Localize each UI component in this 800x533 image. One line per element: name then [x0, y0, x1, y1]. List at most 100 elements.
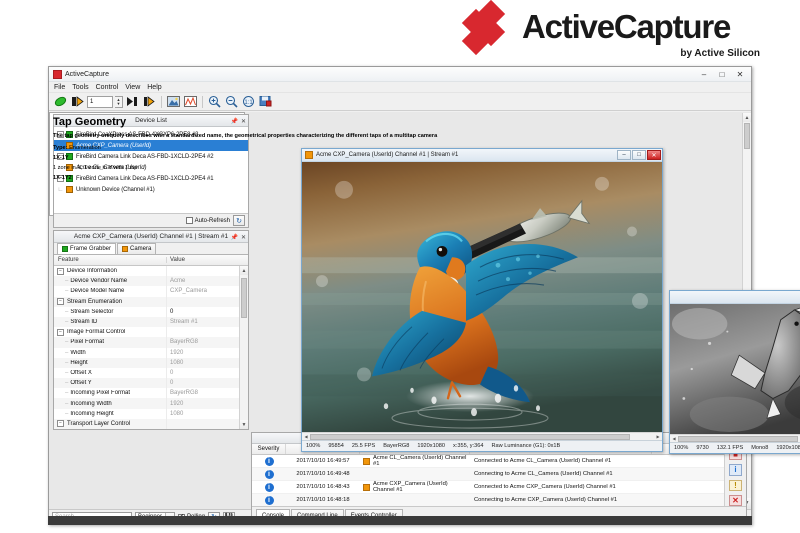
- help-title: Tap Geometry: [53, 116, 127, 128]
- info-icon: i: [264, 469, 274, 479]
- frame-count: 9730: [696, 445, 709, 451]
- image-hscrollbar-mono[interactable]: ◀ ▶: [670, 434, 800, 442]
- pixel-format: Mono8: [751, 445, 769, 451]
- minimize-button[interactable]: –: [617, 150, 631, 160]
- image-window-controls: – □ ✕: [617, 150, 661, 160]
- zoom-out-icon[interactable]: [224, 94, 239, 109]
- frame-count-input[interactable]: 1: [87, 95, 113, 108]
- menu-item-tools[interactable]: Tools: [72, 84, 88, 91]
- maximize-button[interactable]: □: [632, 150, 646, 160]
- window-controls: – □ ✕: [695, 67, 749, 82]
- pixel-value: Raw Luminance (G1): 0x1B: [491, 443, 561, 449]
- time-cell: 2017/10/10 16:48:18: [296, 497, 350, 503]
- client-area: Device List 📌 ✕ – FireBird CoaXPress AS-…: [49, 112, 800, 524]
- source-cell: Acme CXP_Camera (UserId) Channel #1: [360, 481, 470, 493]
- pixel-format: BayerRG8: [383, 443, 410, 449]
- console-row[interactable]: i 2017/10/10 16:48:43 Acme CXP_Camera (Use…: [252, 481, 724, 494]
- severity-cell: i: [252, 469, 286, 479]
- console-row[interactable]: i 2017/10/10 16:48:18 Connecting to Acme C…: [252, 494, 724, 506]
- message-cell: Connecting to Acme CL_Camera (UserId) Ch…: [474, 471, 613, 477]
- source-label: Acme CL_Camera (UserId) Channel #1: [373, 455, 467, 467]
- step-frame-icon[interactable]: [125, 94, 140, 109]
- camera-icon: [363, 483, 370, 491]
- main-toolbar: 1 ▲ ▼ 1:1: [49, 93, 751, 111]
- minimize-button[interactable]: –: [695, 68, 713, 81]
- window-title: ActiveCapture: [65, 70, 109, 78]
- histogram-icon[interactable]: [183, 94, 198, 109]
- fps: 132.1 FPS: [716, 445, 744, 451]
- console-rows: i 2017/10/10 16:49:57 Acme CL_Camera (User…: [252, 455, 724, 506]
- severity-cell: i: [252, 456, 286, 466]
- console-row[interactable]: i 2017/10/10 16:49:57 Acme CL_Camera (User…: [252, 455, 724, 468]
- menu-item-help[interactable]: Help: [147, 84, 161, 91]
- save-image-icon[interactable]: [258, 94, 273, 109]
- frame-count-stepper[interactable]: ▲ ▼: [115, 95, 123, 108]
- frame-count: 95854: [328, 443, 344, 449]
- info-icon: i: [264, 456, 274, 466]
- feature-help-panel: Tap Geometry The tap geometry uniquely d…: [49, 112, 751, 524]
- menu-item-view[interactable]: View: [125, 84, 140, 91]
- menu-bar: File Tools Control View Help: [49, 82, 751, 93]
- grab-continuous-icon[interactable]: [53, 94, 68, 109]
- image-canvas-mono[interactable]: [670, 304, 800, 434]
- image-window-titlebar: – □ ✕: [670, 291, 800, 304]
- image-statusbar-color: 100% 95854 25.5 FPS BayerRG8 1920x1080 x…: [302, 440, 662, 451]
- image-window-color[interactable]: Acme CXP_Camera (UserId) Channel #1 | St…: [301, 148, 663, 452]
- message-cell: Connecting to Acme CXP_Camera (UserId) C…: [474, 497, 618, 503]
- cursor-coordinates: x:355, y:364: [453, 443, 484, 449]
- warning-filter-button[interactable]: !: [729, 479, 742, 491]
- image-display-icon[interactable]: [166, 94, 181, 109]
- source-label: Acme CXP_Camera (UserId) Channel #1: [373, 481, 448, 493]
- scroll-right-icon[interactable]: ▶: [654, 433, 662, 440]
- zoom-one-to-one-icon[interactable]: 1:1: [241, 94, 256, 109]
- scroll-up-icon[interactable]: ▲: [743, 113, 751, 122]
- help-description: The tap geometry uniquely describes with…: [53, 133, 438, 139]
- app-icon: [53, 69, 62, 79]
- scroll-left-icon[interactable]: ◀: [302, 433, 310, 440]
- image-statusbar-mono: 100% 9730 132.1 FPS Mono8 1920x1080: [670, 442, 800, 453]
- mono-kingfisher-image: [670, 304, 800, 434]
- image-window-mono[interactable]: – □ ✕: [669, 290, 800, 454]
- time-cell: 2017/10/10 16:48:43: [296, 484, 350, 490]
- zoom-in-icon[interactable]: [207, 94, 222, 109]
- menu-item-file[interactable]: File: [54, 84, 65, 91]
- column-severity[interactable]: Severity: [252, 444, 286, 454]
- console-table: Severity Time Source Message Details i20…: [252, 444, 724, 506]
- image-window-titlebar: Acme CXP_Camera (UserId) Channel #1 | St…: [302, 149, 662, 162]
- source-cell: Acme CL_Camera (UserId) Channel #1: [360, 455, 470, 467]
- help-type-value: Enumeration: [69, 145, 101, 151]
- grab-sequence-icon[interactable]: [142, 94, 157, 109]
- image-window-title: Acme CXP_Camera (UserId) Channel #1 | St…: [316, 152, 459, 158]
- camera-icon: [363, 457, 370, 465]
- message-cell: Connected to Acme CL_Camera (UserId) Cha…: [474, 458, 612, 464]
- brand-header: ActiveCapture by Active Silicon: [461, 0, 766, 60]
- time-cell: 2017/10/10 16:49:57: [296, 458, 350, 464]
- maximize-button[interactable]: □: [713, 68, 731, 81]
- window-titlebar: ActiveCapture – □ ✕: [49, 67, 751, 82]
- clear-log-button[interactable]: ✕: [729, 494, 742, 506]
- image-hscrollbar-color[interactable]: ◀ ▶: [302, 432, 662, 440]
- brand-name: ActiveCapture: [522, 8, 731, 45]
- console-row[interactable]: i 2017/10/10 16:49:48 Connecting to Acme C…: [252, 468, 724, 481]
- menu-item-control[interactable]: Control: [96, 84, 119, 91]
- severity-cell: i: [252, 482, 286, 492]
- info-filter-button[interactable]: i: [729, 464, 742, 476]
- zoom-level: 100%: [306, 443, 321, 449]
- close-button[interactable]: ✕: [647, 150, 661, 160]
- help-type-label: Type:: [53, 145, 68, 151]
- fps: 25.5 FPS: [351, 443, 376, 449]
- zoom-level: 100%: [674, 445, 689, 451]
- grab-frames-icon[interactable]: [70, 94, 85, 109]
- time-cell: 2017/10/10 16:49:48: [296, 471, 350, 477]
- close-button[interactable]: ✕: [731, 68, 749, 81]
- brand-tagline: by Active Silicon: [680, 48, 760, 59]
- info-icon: i: [264, 482, 274, 492]
- resolution: 1920x1080: [776, 445, 800, 451]
- scroll-left-icon[interactable]: ◀: [670, 435, 678, 442]
- severity-cell: i: [252, 495, 286, 505]
- application-window: ActiveCapture – □ ✕ File Tools Control V…: [48, 66, 800, 525]
- image-canvas-color[interactable]: [302, 162, 662, 432]
- info-icon: i: [264, 495, 274, 505]
- activecapture-logo-icon: [461, 0, 514, 56]
- scrollbar-thumb[interactable]: [744, 123, 750, 149]
